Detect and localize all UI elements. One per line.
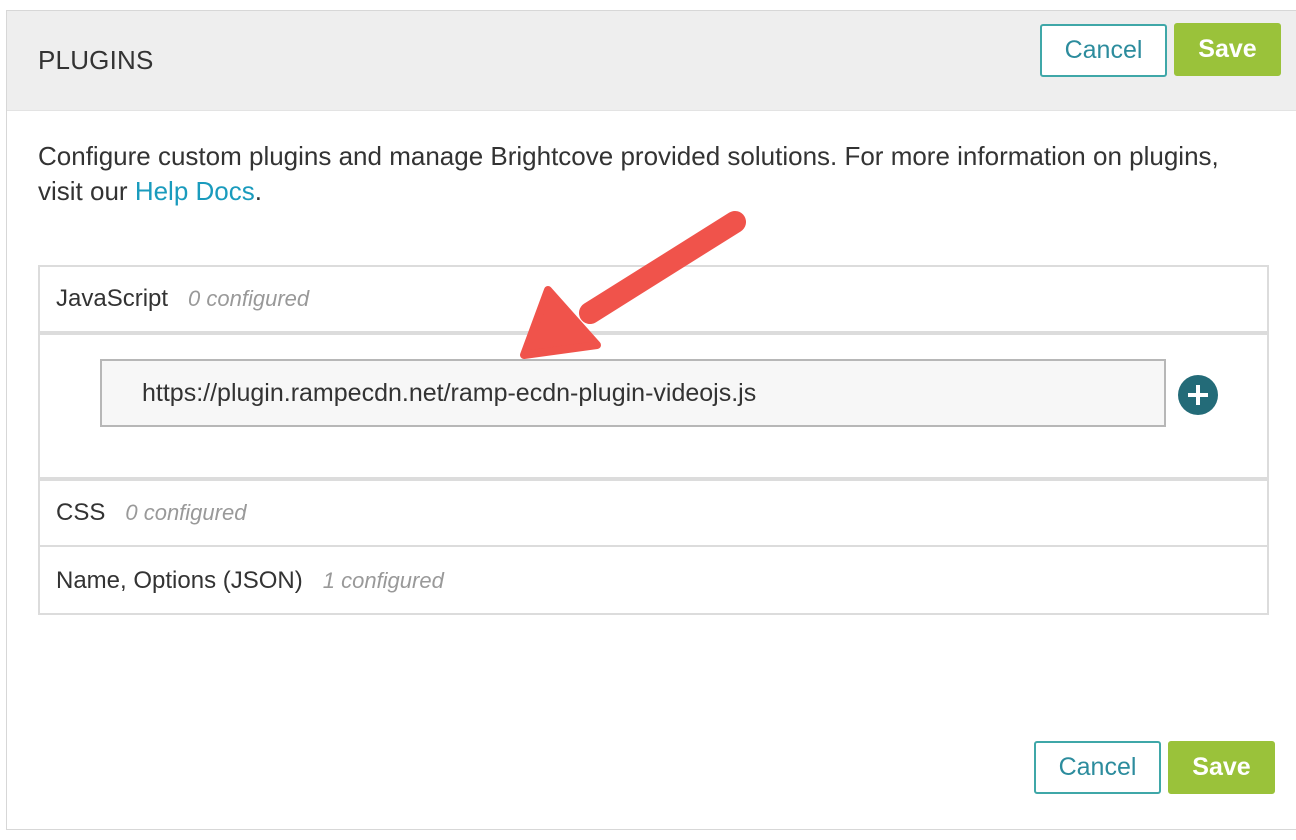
- section-header-json[interactable]: Name, Options (JSON) 1 configured: [40, 549, 1267, 613]
- section-count-json: 1 configured: [322, 568, 444, 593]
- plus-circle-icon: [1188, 385, 1208, 405]
- header-save-button[interactable]: Save: [1174, 23, 1281, 76]
- description-suffix: .: [254, 176, 262, 206]
- panel-header: PLUGINS Cancel Save: [7, 11, 1296, 111]
- footer-cancel-button[interactable]: Cancel: [1034, 741, 1161, 794]
- section-header-css[interactable]: CSS 0 configured: [40, 481, 1267, 547]
- description-text: Configure custom plugins and manage Brig…: [38, 139, 1258, 209]
- section-count-css: 0 configured: [125, 500, 247, 525]
- footer-save-button[interactable]: Save: [1168, 741, 1275, 794]
- help-docs-link[interactable]: Help Docs: [135, 176, 255, 206]
- plugins-panel: PLUGINS Cancel Save Configure custom plu…: [6, 10, 1296, 830]
- section-title-json: Name, Options (JSON): [56, 567, 303, 594]
- panel-title: PLUGINS: [38, 45, 154, 75]
- add-javascript-button[interactable]: [1178, 375, 1218, 415]
- section-header-javascript[interactable]: JavaScript 0 configured: [40, 267, 1267, 335]
- javascript-section-body: [40, 339, 1267, 481]
- javascript-url-input[interactable]: [100, 359, 1166, 427]
- section-title-css: CSS: [56, 499, 106, 526]
- section-count-javascript: 0 configured: [188, 286, 310, 311]
- section-title-javascript: JavaScript: [56, 285, 169, 312]
- header-cancel-button[interactable]: Cancel: [1040, 24, 1167, 77]
- plugins-sections: JavaScript 0 configured CSS 0 configured…: [38, 265, 1269, 615]
